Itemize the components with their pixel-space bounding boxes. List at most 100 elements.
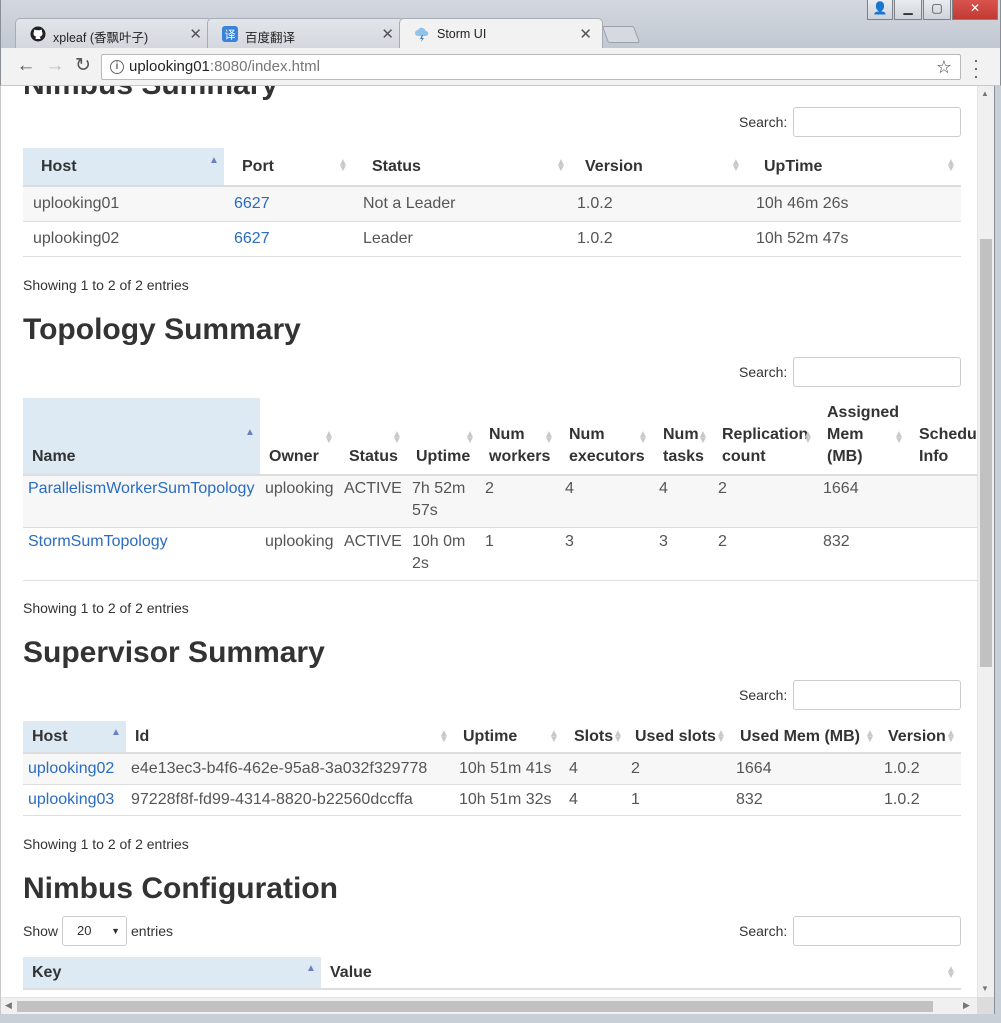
- supervisor-host-link[interactable]: uplooking02: [28, 758, 114, 780]
- col-name[interactable]: Name: [32, 446, 76, 468]
- configuration-search-input[interactable]: [793, 916, 961, 946]
- supervisor-summary-title: Supervisor Summary: [23, 636, 325, 669]
- row-divider: [23, 221, 961, 222]
- user-button[interactable]: 👤: [867, 0, 893, 20]
- sort-asc-icon[interactable]: ▲: [209, 156, 219, 166]
- col-uptime[interactable]: Uptime: [463, 726, 517, 748]
- col-uptime[interactable]: Uptime: [416, 446, 470, 468]
- reload-button[interactable]: ↻: [72, 55, 94, 77]
- sort-icon[interactable]: ▲ ▼: [698, 430, 708, 446]
- sort-icon[interactable]: ▲ ▼: [549, 729, 559, 745]
- scroll-left-icon[interactable]: ◀: [5, 1000, 12, 1011]
- nimbus-search-input[interactable]: [793, 107, 961, 137]
- col-assigned-mem[interactable]: Assigned Mem (MB): [827, 402, 899, 468]
- close-icon[interactable]: ✕: [189, 25, 202, 43]
- vertical-scrollbar[interactable]: ▲ ▼: [977, 86, 994, 997]
- sort-asc-icon[interactable]: ▲: [245, 428, 255, 438]
- sort-icon[interactable]: ▲ ▼: [946, 965, 956, 981]
- col-used-slots[interactable]: Used slots: [635, 726, 716, 748]
- cell-slots: 4: [569, 791, 578, 808]
- col-host[interactable]: Host: [41, 156, 77, 178]
- sort-asc-icon[interactable]: ▲: [306, 964, 316, 974]
- sort-icon[interactable]: ▲ ▼: [392, 430, 402, 446]
- arrow-left-icon: ←: [16, 55, 36, 76]
- horizontal-scroll-thumb[interactable]: [17, 1001, 933, 1012]
- topology-name-link[interactable]: StormSumTopology: [28, 531, 168, 553]
- col-label-line: Num: [663, 426, 699, 443]
- col-key[interactable]: Key: [32, 962, 61, 984]
- tab-github[interactable]: xpleaf (香飘叶子) ✕: [15, 18, 213, 48]
- back-button[interactable]: ←: [15, 55, 37, 77]
- col-uptime[interactable]: UpTime: [764, 156, 822, 178]
- supervisor-search-input[interactable]: [793, 680, 961, 710]
- col-host[interactable]: Host: [32, 726, 68, 748]
- sort-icon[interactable]: ▲ ▼: [865, 729, 875, 745]
- scroll-right-icon[interactable]: ▶: [963, 1000, 970, 1011]
- topology-search-input[interactable]: [793, 357, 961, 387]
- close-icon[interactable]: ✕: [579, 25, 592, 43]
- sort-icon[interactable]: ▲ ▼: [894, 430, 904, 446]
- cell-port-link[interactable]: 6627: [234, 228, 270, 250]
- sort-icon[interactable]: ▲ ▼: [613, 729, 623, 745]
- nimbus-configuration-title: Nimbus Configuration: [23, 872, 338, 905]
- new-tab-button[interactable]: [601, 26, 641, 43]
- tab-storm-ui[interactable]: Storm UI ✕: [399, 18, 603, 48]
- cell-port-link[interactable]: 6627: [234, 193, 270, 215]
- sort-icon[interactable]: ▲ ▼: [338, 158, 348, 174]
- scroll-down-icon[interactable]: ▼: [981, 984, 989, 993]
- sort-icon[interactable]: ▲ ▼: [716, 729, 726, 745]
- address-bar[interactable]: i uplooking01:8080/index.html ☆: [101, 54, 961, 80]
- sort-icon[interactable]: ▲ ▼: [803, 430, 813, 446]
- close-icon[interactable]: ✕: [381, 25, 394, 43]
- col-version[interactable]: Version: [585, 156, 643, 178]
- entries-per-page-select[interactable]: 20 ▼: [62, 916, 127, 946]
- sort-icon[interactable]: ▲ ▼: [439, 729, 449, 745]
- scrollbar-corner: [977, 997, 994, 1014]
- col-id[interactable]: Id: [135, 726, 149, 748]
- col-slots[interactable]: Slots: [574, 726, 613, 748]
- col-version[interactable]: Version: [888, 726, 946, 748]
- sort-icon[interactable]: ▲ ▼: [946, 729, 956, 745]
- storm-icon: [415, 27, 429, 42]
- forward-button[interactable]: →: [44, 55, 66, 77]
- cell-version: 1.0.2: [884, 760, 920, 777]
- col-status[interactable]: Status: [372, 156, 421, 178]
- sort-asc-icon[interactable]: ▲: [111, 728, 121, 738]
- scroll-up-icon[interactable]: ▲: [981, 89, 989, 98]
- bookmark-star-icon[interactable]: ☆: [936, 55, 952, 79]
- col-owner[interactable]: Owner: [269, 446, 319, 468]
- search-label: Search:: [739, 687, 788, 703]
- sort-icon[interactable]: ▲ ▼: [731, 158, 741, 174]
- col-scheduler-info[interactable]: Schedu Info: [919, 424, 977, 468]
- sort-icon[interactable]: ▲ ▼: [638, 430, 648, 446]
- tab-baidu-translate[interactable]: 译 百度翻译 ✕: [207, 18, 405, 48]
- col-replication-count[interactable]: Replication count: [722, 424, 808, 468]
- page-viewport: Nimbus Summary Search: Host ▲ Port ▲▼ St…: [1, 86, 977, 997]
- sort-icon[interactable]: ▲ ▼: [465, 430, 475, 446]
- supervisor-host-link[interactable]: uplooking03: [28, 789, 114, 811]
- maximize-icon: ▢: [931, 1, 943, 15]
- col-port[interactable]: Port: [242, 156, 274, 178]
- menu-icon[interactable]: · · ·: [969, 51, 983, 85]
- window-close-button[interactable]: ✕: [952, 0, 998, 20]
- col-num-executors[interactable]: Num executors: [569, 424, 645, 468]
- col-num-workers[interactable]: Num workers: [489, 424, 550, 468]
- cell-workers: 1: [485, 533, 494, 550]
- maximize-button[interactable]: ▢: [923, 0, 951, 20]
- uptime-line: 2s: [412, 555, 429, 572]
- col-value[interactable]: Value: [330, 962, 372, 984]
- col-used-mem[interactable]: Used Mem (MB): [740, 726, 860, 748]
- sort-icon[interactable]: ▲ ▼: [556, 158, 566, 174]
- sort-icon[interactable]: ▲ ▼: [946, 158, 956, 174]
- topology-name-link[interactable]: ParallelismWorkerSumTopology: [28, 478, 254, 500]
- info-icon[interactable]: i: [110, 60, 124, 74]
- cell-status: ACTIVE: [344, 480, 402, 497]
- minimize-button[interactable]: ▁: [894, 0, 922, 20]
- col-label-line: Num: [569, 426, 605, 443]
- vertical-scroll-thumb[interactable]: [980, 239, 992, 667]
- sort-icon[interactable]: ▲ ▼: [324, 430, 334, 446]
- col-status[interactable]: Status: [349, 446, 398, 468]
- horizontal-scrollbar[interactable]: ◀ ▶: [1, 997, 977, 1014]
- col-label-line: tasks: [663, 448, 704, 465]
- sort-icon[interactable]: ▲ ▼: [544, 430, 554, 446]
